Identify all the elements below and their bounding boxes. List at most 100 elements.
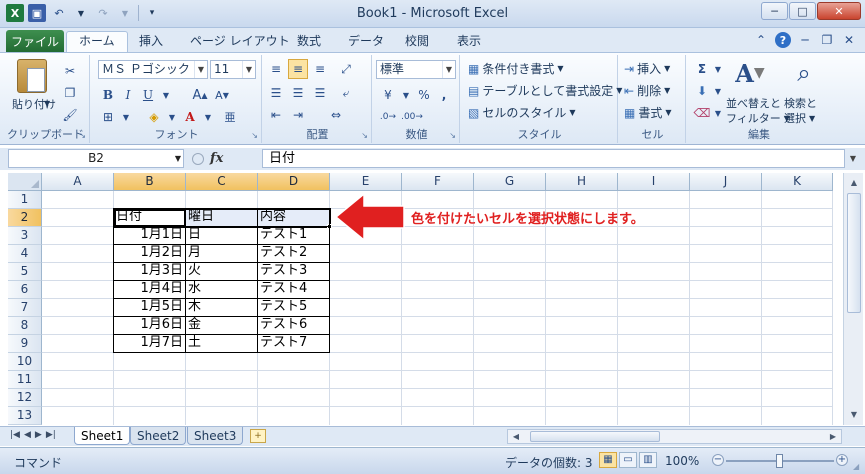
tab-home[interactable]: ホーム [66,31,128,53]
paste-dropdown-icon[interactable]: ▼ [44,99,50,108]
scroll-down-icon[interactable]: ▼ [847,408,861,422]
column-header-b[interactable]: B [114,173,186,191]
minimize-ribbon-icon[interactable]: ⌃ [753,32,769,48]
zoom-slider[interactable]: − + [712,454,848,468]
help-icon[interactable]: ? [775,32,791,48]
minimize-button[interactable]: ─ [761,2,788,20]
align-middle-icon[interactable]: ≡ [288,59,308,79]
cell-b6[interactable]: 1月4日 [114,280,185,298]
align-bottom-icon[interactable]: ≡ [310,59,330,79]
font-size-combo[interactable]: 11 ▼ [210,60,256,79]
zoom-in-icon[interactable]: + [836,454,848,466]
phonetic-icon[interactable]: 亜 [220,107,240,127]
insert-function-button[interactable]: fx [210,151,223,166]
sheet-tab-sheet1[interactable]: Sheet1 [74,427,131,445]
underline-icon[interactable]: U [138,85,158,105]
column-header-j[interactable]: J [690,173,762,191]
column-header-g[interactable]: G [474,173,546,191]
cell-c3[interactable]: 日 [186,226,257,244]
row-header-5[interactable]: 5 [8,263,42,281]
last-sheet-icon[interactable]: ▶| [46,430,56,440]
sort-filter-icon[interactable]: A ▼ [734,57,766,89]
cell-c6[interactable]: 水 [186,280,257,298]
cell-c9[interactable]: 土 [186,334,257,352]
column-header-a[interactable]: A [42,173,114,191]
decrease-indent-icon[interactable]: ⇤ [266,105,286,125]
row-header-12[interactable]: 12 [8,389,42,407]
tab-page-layout[interactable]: ページ レイアウト [190,32,290,52]
formula-input[interactable]: 日付 [262,149,845,168]
number-format-dropdown-icon[interactable]: ▼ [442,61,455,78]
horizontal-scroll-thumb[interactable] [530,431,660,442]
column-header-f[interactable]: F [402,173,474,191]
column-header-c[interactable]: C [186,173,258,191]
zoom-knob[interactable] [776,454,783,468]
clipboard-launcher-icon[interactable]: ↘ [79,131,86,140]
workbook-close-icon[interactable]: ✕ [841,32,857,48]
cell-c2[interactable]: 曜日 [186,208,257,226]
comma-icon[interactable]: , [434,85,454,105]
tab-data[interactable]: データ [348,32,384,52]
insert-sheet-icon[interactable]: + [250,429,266,443]
vertical-scrollbar[interactable]: ▲ ▼ [843,173,863,425]
vertical-scroll-thumb[interactable] [847,193,861,313]
row-header-10[interactable]: 10 [8,353,42,371]
format-cells-button[interactable]: ▦ 書式 ▼ [624,104,672,121]
cell-b9[interactable]: 1月7日 [114,334,185,352]
increase-indent-icon[interactable]: ⇥ [288,105,308,125]
cut-icon[interactable]: ✂ [60,61,80,81]
cell-d7[interactable]: テスト5 [258,298,329,316]
cell-b8[interactable]: 1月6日 [114,316,185,334]
decrease-decimal-icon[interactable]: .00→ [401,107,423,127]
workbook-restore-icon[interactable]: ❐ [819,32,835,48]
row-header-4[interactable]: 4 [8,245,42,263]
cell-b3[interactable]: 1月1日 [114,226,185,244]
row-header-13[interactable]: 13 [8,407,42,425]
orientation-icon[interactable]: ⤢ [336,59,356,79]
name-box-dropdown-icon[interactable]: ▼ [175,150,181,167]
find-select-button[interactable]: 選択 ▼ [784,110,815,126]
formula-expand-icon[interactable]: ▼ [846,149,860,168]
horizontal-scrollbar[interactable]: ◀ ▶ [507,429,842,444]
row-header-9[interactable]: 9 [8,335,42,353]
scroll-left-icon[interactable]: ◀ [510,430,522,443]
underline-dropdown-icon[interactable]: ▼ [156,85,176,105]
close-button[interactable]: ✕ [817,2,861,20]
cell-d2[interactable]: 内容 [258,208,329,226]
number-format-combo[interactable]: 標準 ▼ [376,60,456,79]
normal-view-icon[interactable]: ▦ [599,452,617,468]
merge-center-icon[interactable]: ⇔ [326,105,346,125]
align-center-icon[interactable]: ☰ [288,83,308,103]
worksheet-grid[interactable]: A B C D E F G H I J K 1 2 3 4 5 6 7 8 9 … [0,173,865,425]
sort-filter-button[interactable]: フィルター ▼ [726,110,790,126]
column-header-h[interactable]: H [546,173,618,191]
cell-b5[interactable]: 1月3日 [114,262,185,280]
column-header-k[interactable]: K [762,173,833,191]
alignment-launcher-icon[interactable]: ↘ [361,131,368,140]
resize-grip-icon[interactable]: ◢ [853,462,863,472]
currency-icon[interactable]: ¥ [378,85,398,105]
cell-d6[interactable]: テスト4 [258,280,329,298]
cell-b7[interactable]: 1月5日 [114,298,185,316]
column-header-i[interactable]: I [618,173,690,191]
cell-styles-button[interactable]: ▧ セルのスタイル ▼ [468,104,576,121]
cell-c4[interactable]: 月 [186,244,257,262]
zoom-level[interactable]: 100% [665,454,699,468]
font-color-dropdown-icon[interactable]: ▼ [198,107,218,127]
clear-dropdown-icon[interactable]: ▼ [708,103,728,123]
font-size-dropdown-icon[interactable]: ▼ [242,61,255,78]
borders-icon[interactable]: ⊞ [98,107,118,127]
font-launcher-icon[interactable]: ↘ [251,131,258,140]
percent-icon[interactable]: % [414,85,434,105]
fill-color-dropdown-icon[interactable]: ▼ [162,107,182,127]
fill-dropdown-icon[interactable]: ▼ [708,81,728,101]
paste-icon[interactable] [17,59,47,93]
shrink-font-icon[interactable]: A ▼ [212,85,232,105]
grow-font-icon[interactable]: A ▲ [190,85,210,105]
cell-c5[interactable]: 火 [186,262,257,280]
align-right-icon[interactable]: ☰ [310,83,330,103]
cell-d9[interactable]: テスト7 [258,334,329,352]
first-sheet-icon[interactable]: |◀ [10,430,20,440]
maximize-button[interactable]: □ [789,2,816,20]
insert-cells-button[interactable]: ⇥ 挿入 ▼ [624,60,670,77]
